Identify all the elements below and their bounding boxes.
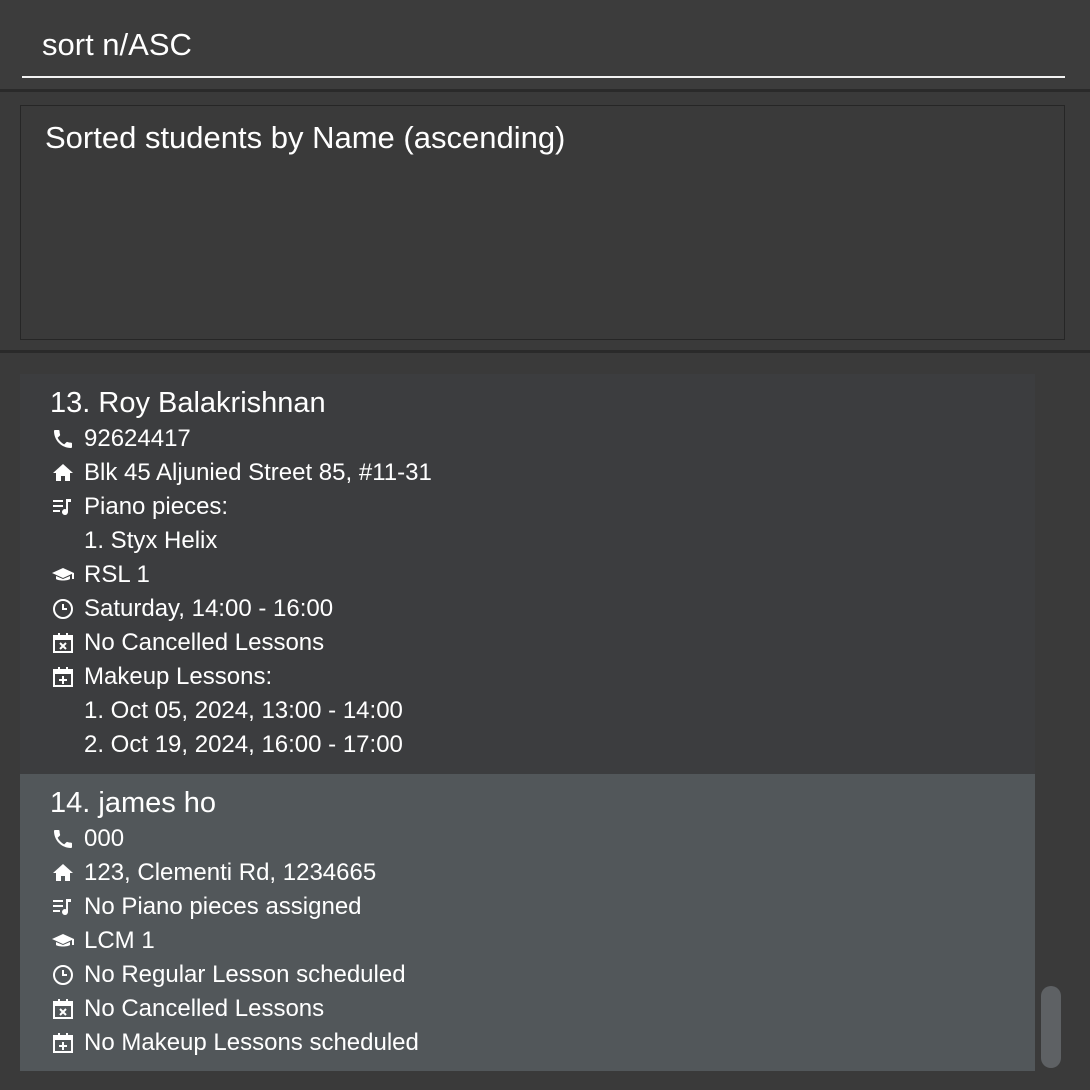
cancelled-text: No Cancelled Lessons: [84, 629, 325, 656]
address-row: 123, Clementi Rd, 1234665: [50, 856, 1005, 890]
student-name: 13. Roy Balakrishnan: [50, 387, 326, 419]
pieces-label: No Piano pieces assigned: [84, 893, 362, 920]
student-name: 14. james ho: [50, 787, 217, 819]
pieces-label: Piano pieces:: [84, 493, 229, 520]
student-card[interactable]: 13. Roy Balakrishnan 92624417 Blk 45 Alj…: [20, 374, 1035, 774]
regular-lesson-row: Saturday, 14:00 - 16:00: [50, 592, 1005, 626]
piece-item: 1. Styx Helix: [84, 527, 218, 554]
calendar-plus-icon: [50, 1030, 76, 1056]
music-list-icon: [50, 894, 76, 920]
makeup-label: Makeup Lessons:: [84, 663, 273, 690]
regular-lesson-text: No Regular Lesson scheduled: [84, 961, 406, 988]
makeup-label: No Makeup Lessons scheduled: [84, 1029, 419, 1056]
music-list-icon: [50, 494, 76, 520]
phone-row: 000: [50, 822, 1005, 856]
result-area: Sorted students by Name (ascending): [0, 95, 1090, 353]
address-text: 123, Clementi Rd, 1234665: [84, 859, 377, 886]
phone-text: 000: [84, 825, 125, 852]
phone-icon: [50, 826, 76, 852]
student-list[interactable]: 13. Roy Balakrishnan 92624417 Blk 45 Alj…: [0, 356, 1090, 1090]
cancelled-row: No Cancelled Lessons: [50, 992, 1005, 1026]
grade-row: LCM 1: [50, 924, 1005, 958]
list-scrollbar-thumb[interactable]: [1041, 986, 1061, 1068]
makeup-row: No Makeup Lessons scheduled: [50, 1026, 1005, 1060]
clock-icon: [50, 596, 76, 622]
cancelled-row: No Cancelled Lessons: [50, 626, 1005, 660]
regular-lesson-row: No Regular Lesson scheduled: [50, 958, 1005, 992]
grade-text: LCM 1: [84, 927, 155, 954]
result-message: Sorted students by Name (ascending): [45, 120, 566, 155]
graduation-cap-icon: [50, 562, 76, 588]
result-display: Sorted students by Name (ascending): [20, 105, 1065, 340]
pieces-row: Piano pieces:: [50, 490, 1005, 524]
phone-row: 92624417: [50, 422, 1005, 456]
regular-lesson-text: Saturday, 14:00 - 16:00: [84, 595, 334, 622]
clock-icon: [50, 962, 76, 988]
makeup-item: 2. Oct 19, 2024, 16:00 - 17:00: [84, 731, 403, 758]
home-icon: [50, 460, 76, 486]
student-card-selected[interactable]: 14. james ho 000 123, Clementi Rd, 12346…: [20, 774, 1035, 1071]
grade-text: RSL 1: [84, 561, 150, 588]
pieces-row: No Piano pieces assigned: [50, 890, 1005, 924]
address-text: Blk 45 Aljunied Street 85, #11-31: [84, 459, 432, 486]
phone-text: 92624417: [84, 425, 191, 452]
address-row: Blk 45 Aljunied Street 85, #11-31: [50, 456, 1005, 490]
makeup-item: 1. Oct 05, 2024, 13:00 - 14:00: [84, 697, 403, 724]
phone-icon: [50, 426, 76, 452]
cancelled-text: No Cancelled Lessons: [84, 995, 325, 1022]
calendar-plus-icon: [50, 664, 76, 690]
calendar-x-icon: [50, 630, 76, 656]
graduation-cap-icon: [50, 928, 76, 954]
home-icon: [50, 860, 76, 886]
makeup-row: Makeup Lessons:: [50, 660, 1005, 694]
grade-row: RSL 1: [50, 558, 1005, 592]
calendar-x-icon: [50, 996, 76, 1022]
command-input[interactable]: [22, 18, 1065, 78]
command-area: [0, 0, 1090, 92]
